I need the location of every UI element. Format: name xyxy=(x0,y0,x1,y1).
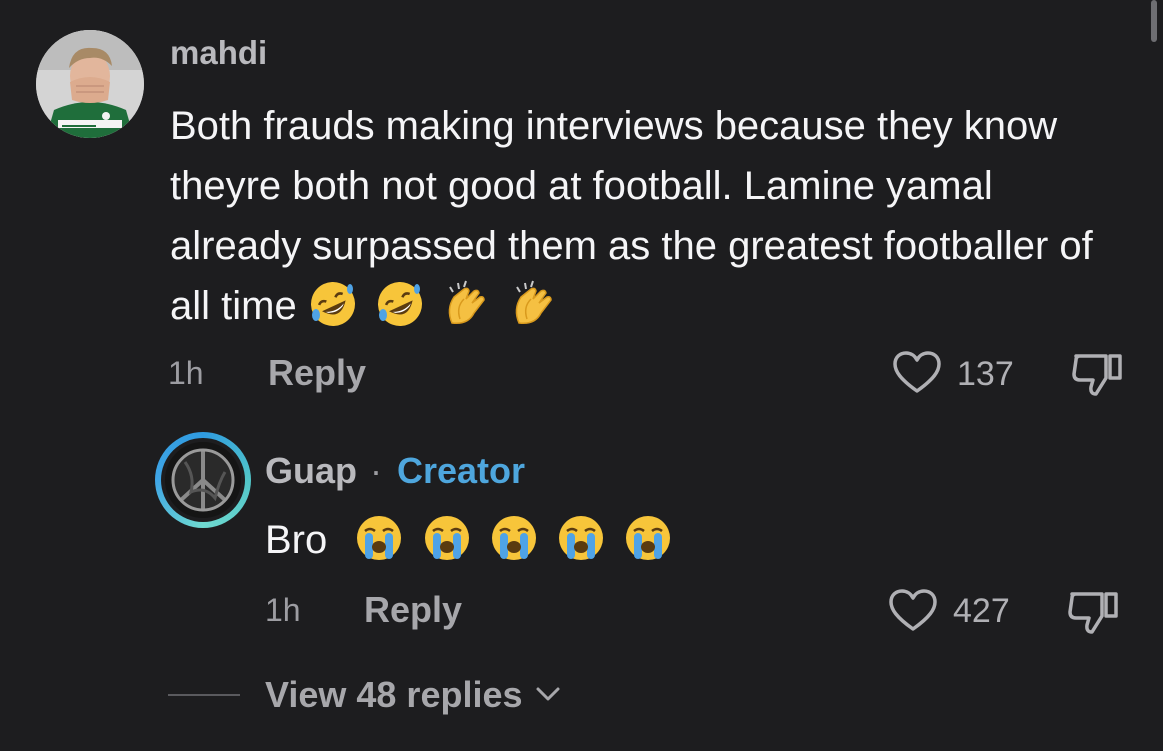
rolling-laughing-emoji-icon xyxy=(310,282,355,326)
clapping-hands-emoji-icon xyxy=(515,280,552,325)
heart-icon xyxy=(893,351,941,393)
loudly-crying-emoji-icon xyxy=(424,516,469,560)
avatar-mahdi[interactable] xyxy=(36,30,144,138)
loudly-crying-emoji-icon xyxy=(357,516,402,560)
comment-username[interactable]: mahdi xyxy=(170,34,267,72)
profile-photo-icon xyxy=(36,30,144,138)
scrollbar[interactable] xyxy=(1151,0,1157,42)
reply-timestamp: 1h xyxy=(265,592,301,628)
reply-username[interactable]: Guap xyxy=(265,450,357,492)
comment-reply-button[interactable]: Reply xyxy=(268,352,366,394)
loudly-crying-emoji-icon xyxy=(491,516,536,560)
comment-body: Both frauds making interviews because th… xyxy=(170,96,1130,336)
like-count: 137 xyxy=(957,355,1014,393)
chevron-down-icon xyxy=(536,687,560,701)
avatar-ring-gap xyxy=(161,438,245,522)
dislike-button[interactable] xyxy=(1070,350,1126,398)
like-button[interactable] xyxy=(892,350,942,396)
heart-icon xyxy=(889,589,937,631)
loudly-crying-emoji-icon xyxy=(625,516,670,560)
profile-photo-icon xyxy=(165,442,241,518)
thumbs-down-icon xyxy=(1068,592,1118,634)
replies-divider xyxy=(168,694,240,696)
separator-dot: · xyxy=(370,450,382,491)
loudly-crying-emoji-icon xyxy=(558,516,603,560)
view-replies-button[interactable]: View 48 replies xyxy=(265,674,561,716)
view-replies-label: View 48 replies xyxy=(265,674,523,715)
clapping-hands-emoji-icon xyxy=(448,280,485,325)
reply-text: Bro xyxy=(265,518,328,562)
avatar-photo xyxy=(165,442,241,518)
avatar-guap[interactable] xyxy=(155,432,251,528)
reply-like-button[interactable] xyxy=(888,588,938,634)
reply-dislike-button[interactable] xyxy=(1066,588,1122,636)
reply-body: Bro xyxy=(265,510,679,570)
rolling-laughing-emoji-icon xyxy=(377,282,422,326)
reply-like-count: 427 xyxy=(953,592,1010,630)
thumbs-down-icon xyxy=(1072,354,1122,396)
creator-badge: Creator xyxy=(397,450,526,491)
reply-reply-button[interactable]: Reply xyxy=(364,589,462,631)
comment-timestamp: 1h xyxy=(168,355,204,391)
